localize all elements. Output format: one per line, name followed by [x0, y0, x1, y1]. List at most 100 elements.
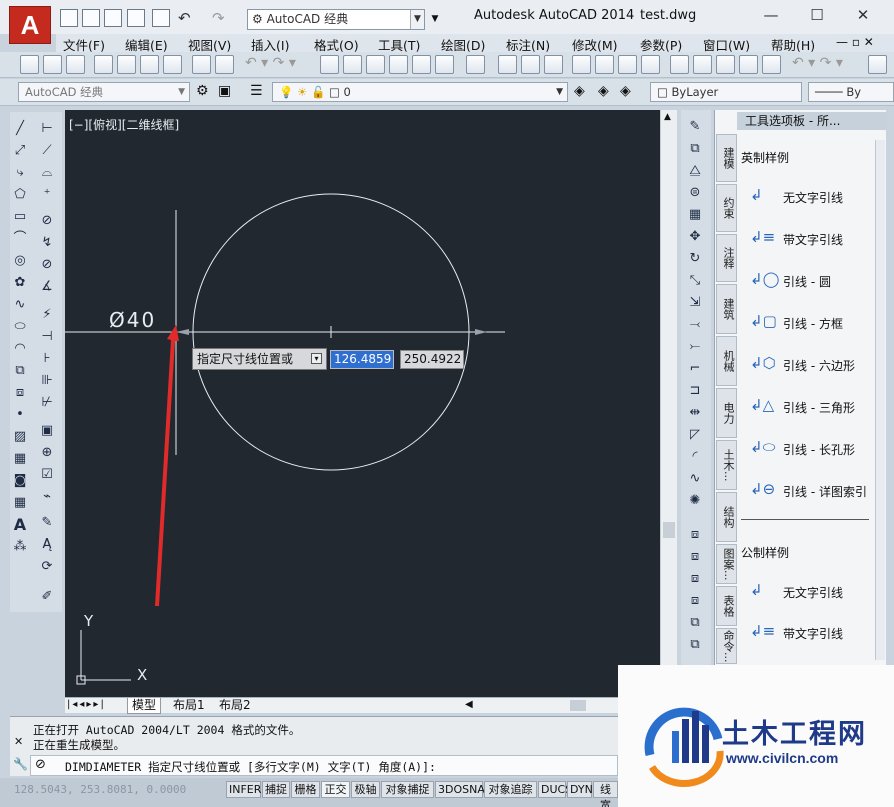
move-icon[interactable]: ✥ — [686, 228, 704, 246]
pan-icon-2[interactable] — [868, 55, 887, 74]
insert-block-icon[interactable]: ⧉ — [11, 362, 29, 380]
center-mark-icon[interactable]: ⊕ — [38, 444, 56, 462]
erase-icon[interactable]: ✎ — [686, 118, 704, 136]
spline-icon[interactable]: ∿ — [11, 296, 29, 314]
trim-icon[interactable]: ⤙ — [686, 316, 704, 334]
hscroll-thumb[interactable] — [570, 700, 586, 711]
palette-title[interactable]: 工具选项板 - 所... — [737, 112, 887, 130]
status-infer[interactable]: INFER — [226, 781, 261, 798]
palette-tab-hatches[interactable]: 图案... — [716, 544, 737, 584]
palette-tab-commands[interactable]: 命令... — [716, 628, 737, 664]
minimize-icon[interactable]: — — [750, 4, 792, 26]
palette-tab-mechanical[interactable]: 机械 — [716, 336, 737, 386]
workspace-switch-combo[interactable]: ⚙ AutoCAD 经典 ▼ — [247, 9, 425, 30]
tab-model[interactable]: 模型 — [127, 698, 162, 714]
save-icon-b[interactable] — [544, 55, 563, 74]
block-icon[interactable] — [762, 55, 781, 74]
layer-manager-icon[interactable]: ☰ — [250, 83, 263, 99]
extend-icon[interactable]: ⤚ — [686, 338, 704, 356]
make-current-layer-icon[interactable]: ◈ — [574, 83, 585, 99]
text-front-icon[interactable]: ⧉ — [686, 614, 704, 632]
circle-icon[interactable]: ◎ — [11, 252, 29, 270]
dim-baseline-icon[interactable]: ⊣ — [38, 328, 56, 346]
plot-icon-b[interactable] — [572, 55, 591, 74]
break-icon[interactable]: ⌐ — [686, 360, 704, 378]
redo-icon[interactable]: ↷ — [212, 9, 225, 27]
undo-icon-3[interactable]: ↶ ▾ ↷ ▾ — [792, 55, 843, 71]
properties-icon[interactable] — [343, 55, 362, 74]
tab-layout2[interactable]: 布局2 — [215, 698, 255, 713]
hscroll-left-icon[interactable]: ◀ — [465, 699, 473, 710]
construction-line-icon[interactable]: ⤢ — [11, 142, 29, 160]
dim-style-icon[interactable]: ✐ — [38, 588, 56, 606]
status-dyn[interactable]: DYN — [567, 781, 593, 798]
break-point-icon[interactable]: ⊐ — [686, 382, 704, 400]
status-otrack[interactable]: 对象追踪 — [484, 781, 537, 798]
workspace-save-icon[interactable]: ▣ — [218, 83, 231, 99]
hatch-back-icon[interactable]: ⧉ — [686, 636, 704, 654]
dim-jogged-icon[interactable]: ↯ — [38, 234, 56, 252]
status-osnap[interactable]: 对象捕捉 — [381, 781, 434, 798]
join-icon[interactable]: ⇹ — [686, 404, 704, 422]
polygon-icon[interactable]: ⬠ — [11, 186, 29, 204]
rotate-icon[interactable]: ↻ — [686, 250, 704, 268]
help-icon[interactable] — [466, 55, 485, 74]
stretch-icon[interactable]: ⇲ — [686, 294, 704, 312]
dim-angular-icon[interactable]: ∡ — [38, 278, 56, 296]
tolerance-icon[interactable]: ▣ — [38, 422, 56, 440]
block-editor-icon[interactable] — [215, 55, 234, 74]
explode-icon[interactable]: ✺ — [686, 492, 704, 510]
dim-edit-icon[interactable]: ✎ — [38, 514, 56, 532]
draworder-back-icon[interactable]: ⧈ — [686, 548, 704, 566]
line-icon[interactable]: ╱ — [11, 120, 29, 138]
revcloud-icon[interactable]: ✿ — [11, 274, 29, 292]
plot-icon[interactable] — [94, 55, 113, 74]
dim-diameter-icon[interactable]: ⊘ — [38, 256, 56, 274]
scale-icon[interactable]: ⤡ — [686, 272, 704, 290]
publish-icon-b[interactable] — [618, 55, 637, 74]
status-lineweight[interactable]: 线宽 — [593, 781, 618, 807]
layer-state-icon[interactable]: ◈ — [620, 83, 631, 99]
plot-preview-icon[interactable] — [117, 55, 136, 74]
open-file-icon[interactable] — [82, 9, 100, 27]
close-command-icon[interactable]: ✕ — [14, 735, 23, 748]
markup-icon[interactable] — [435, 55, 454, 74]
dim-ordinate-icon[interactable]: ⁺ — [38, 186, 56, 204]
wrench-icon[interactable]: 🔧 — [13, 757, 28, 771]
arc-icon[interactable]: ⌒ — [11, 230, 29, 248]
gradient-icon[interactable]: ▦ — [11, 450, 29, 468]
3d-dwf-icon[interactable] — [163, 55, 182, 74]
palette-item-leader-text[interactable]: ↲≡ 带文字引线 — [750, 228, 880, 252]
quick-dim-icon[interactable]: ⚡ — [38, 306, 56, 324]
layer-previous-icon[interactable]: ◈ — [598, 83, 609, 99]
match-icon[interactable] — [739, 55, 758, 74]
fillet-icon[interactable]: ◜ — [686, 448, 704, 466]
save-as-icon[interactable] — [127, 9, 145, 27]
palette-item-leader-triangle[interactable]: ↲△ 引线 - 三角形 — [750, 396, 880, 420]
undo-icon[interactable]: ↶ — [178, 9, 191, 27]
palette-tab-tables[interactable]: 表格 — [716, 586, 737, 626]
inspect-icon[interactable]: ☑ — [38, 466, 56, 484]
palette-item-leader-callout[interactable]: ↲⊖ 引线 - 详图索引 — [750, 480, 880, 504]
status-ducs[interactable]: DUCS — [538, 781, 572, 798]
new-file-icon[interactable] — [60, 9, 78, 27]
array-icon[interactable]: ▦ — [686, 206, 704, 224]
linetype-combo[interactable]: ──── By — [808, 82, 894, 102]
drawing-canvas[interactable]: [−][俯视][二维线框] Ø40 指定尺寸线位置或 ▾ 126.4859 25… — [65, 110, 660, 710]
palette-item-leader-hexagon[interactable]: ↲⬡ 引线 - 六边形 — [750, 354, 880, 378]
doc-window-controls[interactable]: — ▫ ✕ — [836, 35, 874, 49]
dwf-icon-b[interactable] — [641, 55, 660, 74]
palette-tab-constraints[interactable]: 约束 — [716, 184, 737, 232]
status-ortho[interactable]: 正交 — [321, 781, 350, 798]
tab-nav-arrows-icon[interactable]: |◂◂▸▸| — [67, 699, 106, 710]
dim-linear-icon[interactable]: ⊢ — [38, 120, 56, 138]
dynamic-input-y[interactable]: 250.4922 — [400, 350, 464, 369]
rectangle-icon[interactable]: ▭ — [11, 208, 29, 226]
mirror-icon[interactable]: ⧋ — [686, 162, 704, 180]
blend-icon[interactable]: ∿ — [686, 470, 704, 488]
vscroll-up-icon[interactable]: ▲ — [664, 112, 671, 122]
publish-icon[interactable] — [140, 55, 159, 74]
palette-tab-modeling[interactable]: 建模 — [716, 134, 737, 182]
dim-arc-icon[interactable]: ⌓ — [38, 164, 56, 182]
status-polar[interactable]: 极轴 — [351, 781, 380, 798]
